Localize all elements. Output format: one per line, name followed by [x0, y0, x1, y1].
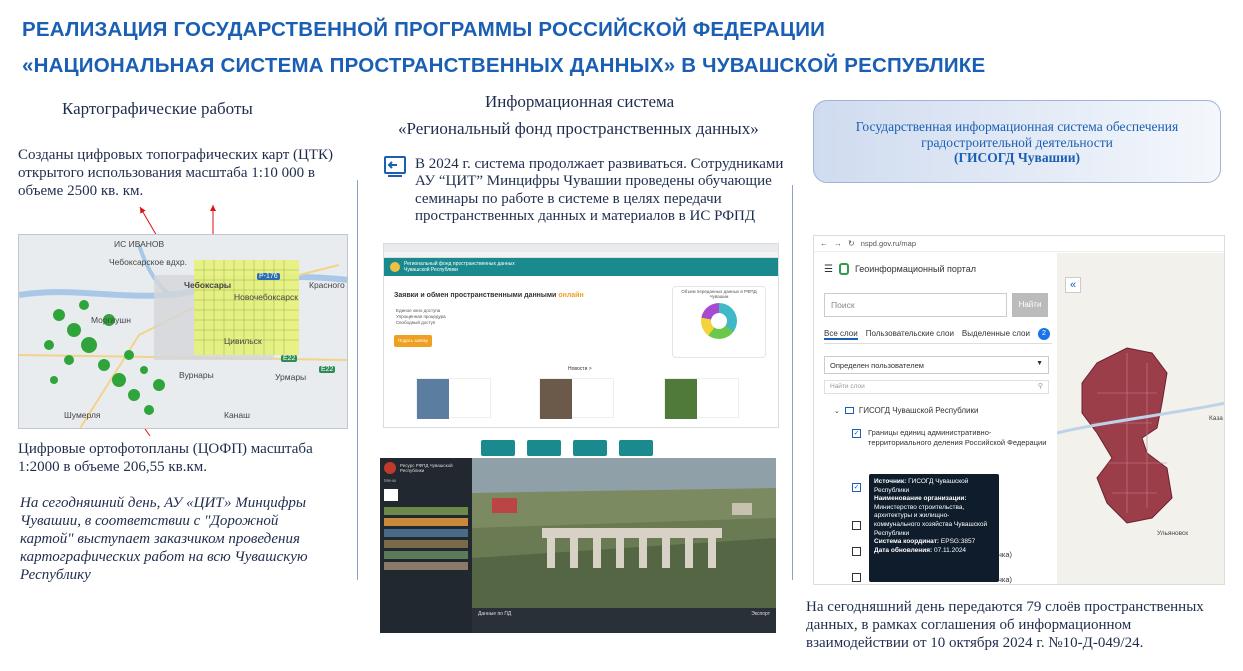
layer-checkbox[interactable]	[852, 521, 861, 530]
map-label: ИС ИВАНОВ	[114, 239, 165, 249]
layer-filter-value: Определен пользователем	[830, 361, 924, 370]
tooltip-label: Источник:	[874, 478, 907, 485]
web-carousel-tiles	[468, 440, 666, 456]
layer-group-name: ГИСОГД Чувашской Республики	[858, 406, 979, 415]
find-button[interactable]: Найти	[1012, 293, 1048, 317]
map-label: Вурнары	[179, 370, 214, 380]
viewer-export[interactable]: Экспорт	[751, 611, 770, 630]
map-label: Моргаушн	[91, 315, 131, 325]
emblem-icon	[384, 462, 396, 474]
3d-viewer-screenshot: Ресурс РФПД Чувашской Республики Меню Да…	[380, 458, 776, 633]
portal-title: Геоинформационный портал	[854, 264, 976, 274]
news-card[interactable]	[539, 378, 614, 419]
forward-icon[interactable]: →	[834, 239, 842, 248]
map-label: Новочебоксарск	[234, 292, 298, 302]
map-label: Канаш	[224, 410, 250, 420]
web-requests-title: Заявки и обмен пространственными данными	[394, 292, 557, 299]
map-label: Чебоксары	[184, 280, 232, 290]
tooltip-label: Система координат:	[874, 538, 940, 546]
reload-icon[interactable]: ↻	[848, 239, 855, 248]
map-label: Цивильск	[224, 336, 262, 346]
collapse-panel-icon[interactable]: «	[1065, 277, 1081, 293]
chevron-down-icon: ▼	[1036, 360, 1043, 367]
map-city-label: Ульяновск	[1157, 530, 1189, 537]
tooltip-value: Министерство строительства, архитектуры …	[874, 503, 988, 537]
tab-selected-layers[interactable]: Выделенные слои	[962, 329, 1030, 340]
chevron-down-icon: ⌄	[834, 407, 840, 415]
rfpd-heading: «Региональный фонд пространственных данн…	[398, 119, 759, 138]
map-label: Шумерля	[64, 410, 101, 420]
portal-search-input[interactable]: Поиск	[824, 293, 1007, 317]
web-news-link[interactable]: Новости >	[568, 366, 592, 372]
web-option: Свободный доступ	[396, 320, 436, 325]
viewer-title: Ресурс РФПД Чувашской Республики	[400, 463, 453, 473]
cartography-note: На сегодняшний день, АУ «ЦИТ» Минцифры Ч…	[20, 495, 308, 583]
web-banner: Региональный фонд пространственных данны…	[404, 261, 515, 273]
news-card[interactable]	[664, 378, 739, 419]
layer-search-placeholder: Найти слои	[830, 383, 865, 390]
monitor-arrow-icon	[383, 155, 407, 179]
web-stats-title: Объем переданных данных в РФПД Чувашии	[681, 289, 757, 299]
layer-info-tooltip: Источник: ГИСОГД Чувашской Республики На…	[869, 474, 999, 582]
layer-name: Границы единиц административно-территори…	[868, 428, 1047, 447]
layer-filter-select[interactable]: Определен пользователем ▼	[824, 356, 1049, 374]
rfpd-description: В 2024 г. система продолжает развиваться…	[415, 156, 784, 224]
news-card[interactable]	[416, 378, 491, 419]
emblem-icon	[390, 262, 400, 272]
portal-logo-icon	[838, 263, 849, 275]
tooltip-label: Наименование организации:	[874, 495, 967, 503]
road-badge: E22	[281, 355, 298, 362]
tab-user-layers[interactable]: Пользовательские слои	[866, 329, 954, 340]
topographic-map-image: ИС ИВАНОВ Чебоксарское вдхр. Новочебокса…	[18, 234, 348, 429]
layers-transfer-text: На сегодняшний день передаются 79 слоёв …	[806, 599, 1204, 651]
layer-checkbox[interactable]	[852, 547, 861, 556]
portal-map[interactable]: « Ульяновск Каза	[1057, 253, 1224, 584]
layer-search-input[interactable]: Найти слои ⚲	[824, 380, 1049, 394]
tab-all-layers[interactable]: Все слои	[824, 329, 858, 340]
map-label: Красного	[309, 280, 345, 290]
column-divider	[792, 185, 793, 580]
folder-icon	[844, 407, 854, 414]
layer-name-partial: чка)	[998, 575, 1013, 584]
gisogd-box: Государственная информационная система о…	[813, 100, 1221, 183]
map-label: Урмары	[275, 372, 307, 382]
layer-checkbox[interactable]: ✓	[852, 429, 861, 438]
back-icon[interactable]: ←	[820, 239, 828, 248]
rfpd-website-screenshot: Региональный фонд пространственных данны…	[383, 243, 779, 428]
layer-name-partial: чка)	[998, 550, 1013, 559]
gisogd-line-2: градостроительной деятельности	[921, 134, 1113, 150]
map-city-label: Каза	[1209, 415, 1223, 422]
selected-count-badge: 2	[1037, 328, 1050, 340]
layer-checkbox[interactable]	[852, 573, 861, 582]
info-system-heading: Информационная система	[485, 92, 675, 111]
road-badge: P-176	[257, 273, 280, 280]
viewer-menu[interactable]: Меню	[380, 478, 472, 483]
road-badge: E22	[319, 366, 336, 373]
nspd-portal-screenshot: ← → ↻ nspd.gov.ru/map « Ульяновск Каза ☰…	[813, 235, 1225, 585]
stats-donut	[701, 303, 737, 339]
layer-group[interactable]: ⌄ ГИСОГД Чувашской Республики	[834, 406, 979, 415]
search-icon: ⚲	[1037, 383, 1043, 390]
menu-icon[interactable]: ☰	[824, 264, 833, 275]
layer-checkbox[interactable]: ✓	[852, 483, 861, 492]
viewer-toolbar[interactable]: Данные по ПД	[478, 611, 511, 630]
map-label: Чебоксарское вдхр.	[109, 257, 188, 267]
gisogd-line-3: (ГИСОГД Чувашии)	[953, 150, 1081, 165]
tooltip-value: EPSG:3857	[940, 538, 976, 546]
address-bar[interactable]: nspd.gov.ru/map	[861, 239, 916, 248]
tooltip-label: Дата обновления:	[874, 546, 933, 554]
orthophoto-text: Цифровые ортофотопланы (ЦОФП) масштаба 1…	[18, 441, 313, 475]
column-divider	[357, 180, 358, 580]
gisogd-line-1: Государственная информационная система о…	[855, 119, 1179, 134]
tooltip-value: 07.11.2024	[934, 546, 967, 554]
web-submit-button[interactable]: Подать заявку	[394, 335, 432, 347]
web-requests-accent: онлайн	[558, 292, 584, 299]
